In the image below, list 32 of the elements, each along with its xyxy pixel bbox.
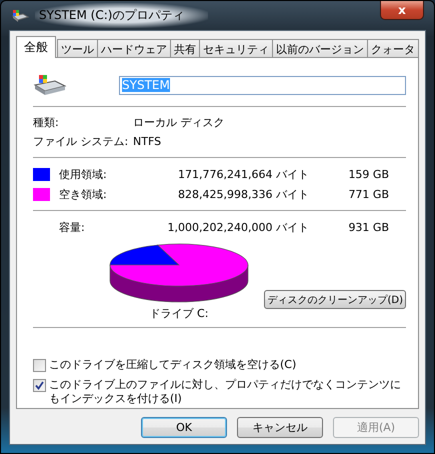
- field-value: NTFS: [133, 135, 162, 148]
- field-label: ファイル システム:: [33, 134, 130, 149]
- tab[interactable]: クォータ: [367, 39, 419, 58]
- space-label: 使用領域:: [59, 166, 108, 182]
- close-button[interactable]: x: [380, 1, 424, 20]
- capacity-label: 容量:: [59, 220, 86, 234]
- field-value: ローカル ディスク: [133, 115, 224, 130]
- space-label: 空き領域:: [59, 186, 108, 202]
- dialog-button[interactable]: OK: [141, 417, 227, 438]
- byte-count: 828,425,998,336 バイト: [177, 186, 309, 202]
- checkbox[interactable]: [33, 379, 46, 392]
- drive-label: ドライブ C:: [150, 306, 208, 321]
- window-title: SYSTEM (C:)のプロパティ: [35, 3, 208, 28]
- byte-count: 1,000,202,240,000 バイト: [166, 220, 309, 234]
- tab[interactable]: 全般: [16, 36, 56, 58]
- byte-count: 171,776,241,664 バイト: [177, 166, 309, 182]
- tab[interactable]: ツール: [57, 39, 98, 58]
- checkbox[interactable]: [33, 359, 46, 372]
- tab[interactable]: ハードウェア: [97, 39, 171, 58]
- size-value: 931 GB: [347, 220, 389, 234]
- tab[interactable]: 以前のバージョン: [272, 39, 368, 58]
- field-label: 種類:: [33, 115, 60, 130]
- checkbox-label: このドライブを圧縮してディスク領域を空ける(C): [49, 358, 296, 372]
- tab[interactable]: 共有: [170, 39, 200, 58]
- drive-icon: [33, 74, 67, 96]
- size-value: 159 GB: [347, 168, 389, 180]
- tab[interactable]: セキュリティ: [199, 39, 273, 58]
- size-value: 771 GB: [347, 188, 389, 200]
- cleanup-button[interactable]: ディスクのクリーンアップ(D): [264, 290, 406, 309]
- checkbox-label: このドライブ上のファイルに対し、プロパティだけでなくコンテンツにもインデックスを付ける(I): [49, 378, 402, 406]
- drive-icon: [11, 8, 29, 22]
- dialog-button[interactable]: キャンセル: [237, 417, 323, 438]
